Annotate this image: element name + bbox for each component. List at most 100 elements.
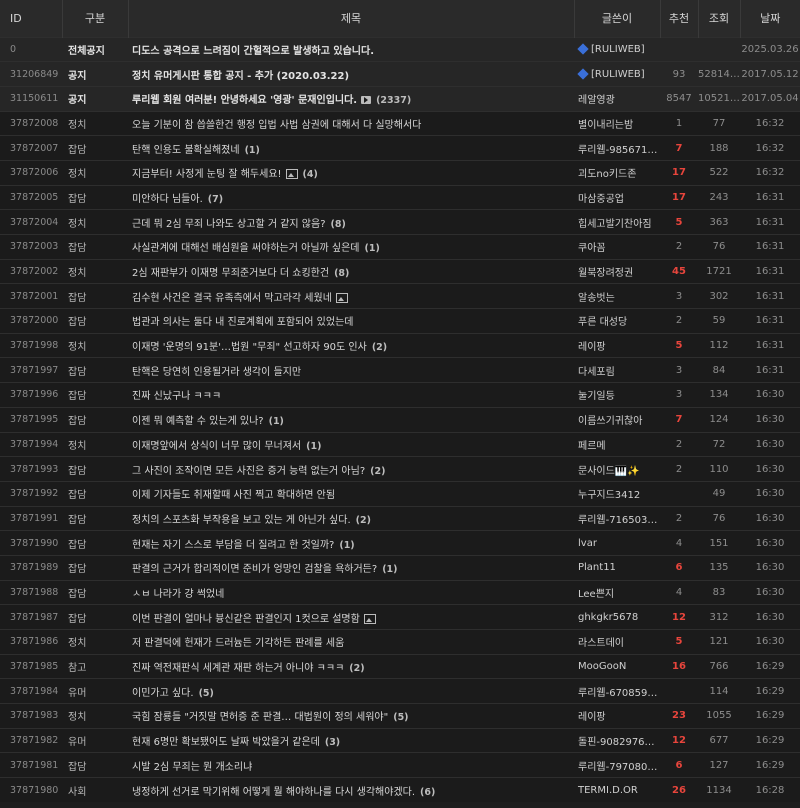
post-title[interactable]: 루리웹 회원 여러분! 안녕하세요 '영광' 문재인입니다. bbox=[132, 95, 357, 106]
post-writer[interactable]: [RULIWEB] bbox=[591, 44, 645, 55]
notice-row[interactable]: 31150611 공지 루리웹 회원 여러분! 안녕하세요 '영광' 문재인입니다.… bbox=[0, 86, 800, 112]
post-writer[interactable]: 루리웹-985671… bbox=[578, 145, 657, 156]
post-title[interactable]: 그 사진이 조작이면 모든 사진은 증거 능력 없는거 아님? bbox=[132, 466, 365, 477]
comment-count[interactable]: (2) bbox=[349, 663, 364, 674]
post-title[interactable]: 근데 뭐 2심 무죄 나와도 상고할 거 같지 않음? bbox=[132, 219, 326, 230]
comment-count[interactable]: (1) bbox=[339, 540, 354, 551]
post-writer-cell[interactable]: 별이내리는밤 bbox=[574, 111, 660, 136]
comment-count[interactable]: (2) bbox=[370, 466, 385, 477]
comment-count[interactable]: (5) bbox=[199, 688, 214, 699]
post-title-cell[interactable]: 탄핵은 당연히 인용될거라 생각이 들지만 bbox=[128, 358, 574, 383]
notice-row[interactable]: 31206849 공지 정치 유머게시판 통합 공지 - 추가 (2020.03.2… bbox=[0, 61, 800, 87]
post-writer-cell[interactable]: 루리웹-797080… bbox=[574, 753, 660, 778]
table-row[interactable]: 37871992 잡담 이제 기자들도 취재할때 사진 찍고 확대하면 안됨 누구지드… bbox=[0, 481, 800, 507]
post-writer[interactable]: 눌기일등 bbox=[578, 391, 615, 402]
post-writer[interactable]: 레이팡 bbox=[578, 342, 606, 353]
comment-count[interactable]: (5) bbox=[393, 712, 408, 723]
post-writer[interactable]: 문사이드🎹✨ bbox=[578, 466, 640, 477]
post-title-cell[interactable]: 이재명앞에서 상식이 너무 많이 무너져서 (1) bbox=[128, 432, 574, 457]
post-writer[interactable]: 루리웹-797080… bbox=[578, 762, 657, 773]
post-title[interactable]: 냉정하게 선거로 막기위해 어떻게 뭘 해야하나를 다시 생각해야겠다. bbox=[132, 787, 415, 798]
table-row[interactable]: 37871983 정치 국힘 잠룡들 "거짓말 면허증 준 판결… 대법원이 정의 … bbox=[0, 703, 800, 729]
post-writer[interactable]: 레알영광 bbox=[578, 95, 615, 106]
table-row[interactable]: 37871998 정치 이재명 '운명의 91분'…법원 "무죄" 선고하자 90도… bbox=[0, 333, 800, 358]
post-title-cell[interactable]: 이젠 뭐 예측할 수 있는게 있나? (1) bbox=[128, 407, 574, 432]
comment-count[interactable]: (1) bbox=[382, 564, 397, 575]
post-title[interactable]: 미안하다 님들아. bbox=[132, 194, 203, 205]
post-writer-cell[interactable]: 푸른 대성당 bbox=[574, 309, 660, 334]
post-writer-cell[interactable]: Plant11 bbox=[574, 555, 660, 580]
post-writer-cell[interactable]: 레이팡 bbox=[574, 704, 660, 729]
table-row[interactable]: 37872003 잡담 사실관계에 대해선 배심원을 써야하는거 아닐까 싶은데 (1… bbox=[0, 234, 800, 260]
post-title[interactable]: 진짜 신났구나 ㅋㅋㅋ bbox=[132, 391, 221, 402]
table-row[interactable]: 37871985 참고 진짜 역전재판식 세계관 재판 하는거 아니야 ㅋㅋㅋ (2)… bbox=[0, 654, 800, 679]
post-title[interactable]: 2심 재판부가 이재명 무죄준거보다 더 쇼킹한건 bbox=[132, 268, 329, 279]
comment-count[interactable]: (1) bbox=[269, 416, 284, 427]
post-title-cell[interactable]: 시발 2심 무죄는 뭔 개소리냐 bbox=[128, 753, 574, 778]
post-writer[interactable]: 쿠아꼼 bbox=[578, 243, 606, 254]
post-title-cell[interactable]: 사실관계에 대해선 배심원을 써야하는거 아닐까 싶은데 (1) bbox=[128, 235, 574, 260]
header-views[interactable]: 조회 bbox=[697, 0, 740, 37]
post-title-cell[interactable]: 진짜 역전재판식 세계관 재판 하는거 아니야 ㅋㅋㅋ (2) bbox=[128, 654, 574, 679]
post-writer[interactable]: 별이내리는밤 bbox=[578, 120, 633, 131]
post-title[interactable]: 정치의 스포츠화 부작용을 보고 있는 게 아닌가 싶다. bbox=[132, 515, 351, 526]
post-writer[interactable]: Lee쁜지 bbox=[578, 589, 614, 600]
post-writer-cell[interactable]: ghkgkr5678 bbox=[574, 605, 660, 630]
comment-count[interactable]: (4) bbox=[303, 169, 318, 180]
post-title-cell[interactable]: 김수현 사건은 결국 유족측에서 막고라각 세웠네 bbox=[128, 284, 574, 309]
post-title[interactable]: 진짜 역전재판식 세계관 재판 하는거 아니야 ㅋㅋㅋ bbox=[132, 663, 344, 674]
post-title-cell[interactable]: 오늘 기분이 참 씁쓸한건 행정 입법 사법 삼권에 대해서 다 실망해서다 bbox=[128, 111, 574, 136]
header-id[interactable]: ID bbox=[0, 0, 62, 37]
comment-count[interactable]: (1) bbox=[245, 145, 260, 156]
post-writer-cell[interactable]: 쿠아꼼 bbox=[574, 235, 660, 260]
post-title[interactable]: 이민가고 싶다. bbox=[132, 688, 194, 699]
post-writer[interactable]: 돌핀-9082976153 bbox=[578, 737, 660, 748]
post-title-cell[interactable]: 루리웹 회원 여러분! 안녕하세요 '영광' 문재인입니다. (2337) bbox=[128, 86, 574, 111]
post-writer[interactable]: ghkgkr5678 bbox=[578, 612, 638, 623]
post-title-cell[interactable]: 현재 6명만 확보됐어도 날짜 박았을거 같은데 (3) bbox=[128, 728, 574, 753]
post-title[interactable]: 이재명앞에서 상식이 너무 많이 무너져서 bbox=[132, 441, 301, 452]
post-title-cell[interactable]: 이재명 '운명의 91분'…법원 "무죄" 선고하자 90도 인사 (2) bbox=[128, 333, 574, 358]
post-title-cell[interactable]: 미안하다 님들아. (7) bbox=[128, 185, 574, 210]
post-title[interactable]: ㅅㅂ 나라가 걍 썩었네 bbox=[132, 589, 224, 600]
post-title-cell[interactable]: 그 사진이 조작이면 모든 사진은 증거 능력 없는거 아님? (2) bbox=[128, 457, 574, 482]
post-title[interactable]: 판결의 근거가 합리적이면 준비가 엉망인 검찰을 욕하거든? bbox=[132, 564, 377, 575]
post-title[interactable]: 법관과 의사는 둘다 내 진로계획에 포함되어 있었는데 bbox=[132, 317, 353, 328]
table-row[interactable]: 37871980 사회 냉정하게 선거로 막기위해 어떻게 뭘 해야하나를 다시 생… bbox=[0, 777, 800, 803]
table-row[interactable]: 37871989 잡담 판결의 근거가 합리적이면 준비가 엉망인 검찰을 욕하거든… bbox=[0, 555, 800, 581]
comment-count[interactable]: (2) bbox=[356, 515, 371, 526]
post-title-cell[interactable]: 근데 뭐 2심 무죄 나와도 상고할 거 같지 않음? (8) bbox=[128, 210, 574, 235]
post-writer[interactable]: 월북장려정권 bbox=[578, 268, 633, 279]
post-writer-cell[interactable]: 마삼중공업 bbox=[574, 185, 660, 210]
post-writer-cell[interactable]: lvar bbox=[574, 531, 660, 556]
post-writer-cell[interactable]: 루리웹-670859… bbox=[574, 679, 660, 704]
post-writer[interactable]: 다세포림 bbox=[578, 367, 615, 378]
post-writer-cell[interactable]: 라스트데이 bbox=[574, 630, 660, 655]
table-row[interactable]: 37872000 잡담 법관과 의사는 둘다 내 진로계획에 포함되어 있었는데 푸른… bbox=[0, 308, 800, 334]
comment-count[interactable]: (8) bbox=[334, 268, 349, 279]
post-writer-cell[interactable]: 이름쓰기귀찮아 bbox=[574, 407, 660, 432]
post-writer-cell[interactable]: TERMI.D.OR bbox=[574, 778, 660, 803]
post-writer-cell[interactable]: 다세포림 bbox=[574, 358, 660, 383]
post-title[interactable]: 이젠 뭐 예측할 수 있는게 있나? bbox=[132, 416, 264, 427]
table-row[interactable]: 37871991 잡담 정치의 스포츠화 부작용을 보고 있는 게 아닌가 싶다. (… bbox=[0, 506, 800, 531]
table-row[interactable]: 37872006 정치 지금부터! 사정게 눈팅 잘 해두세요! (4) 괴도no키드존… bbox=[0, 160, 800, 186]
table-row[interactable]: 37871982 유머 현재 6명만 확보됐어도 날짜 박았을거 같은데 (3) 돌핀-… bbox=[0, 728, 800, 753]
post-writer[interactable]: TERMI.D.OR bbox=[578, 785, 638, 796]
notice-row[interactable]: 0 전체공지 디도스 공격으로 느려짐이 간헐적으로 발생하고 있습니다. [RULI… bbox=[0, 37, 800, 62]
post-writer[interactable]: 괴도no키드존 bbox=[578, 169, 636, 180]
post-title-cell[interactable]: 국힘 잠룡들 "거짓말 면허증 준 판결… 대법원이 정의 세워야" (5) bbox=[128, 704, 574, 729]
post-title-cell[interactable]: 정치의 스포츠화 부작용을 보고 있는 게 아닌가 싶다. (2) bbox=[128, 506, 574, 531]
post-writer[interactable]: MooGooN bbox=[578, 661, 626, 672]
post-writer[interactable]: 라스트데이 bbox=[578, 638, 624, 649]
post-writer[interactable]: 마삼중공업 bbox=[578, 194, 624, 205]
header-date[interactable]: 날짜 bbox=[739, 0, 800, 37]
post-title-cell[interactable]: 정치 유머게시판 통합 공지 - 추가 (2020.03.22) bbox=[128, 62, 574, 87]
post-title-cell[interactable]: 현재는 자기 스스로 부담을 더 질려고 한 것일까? (1) bbox=[128, 531, 574, 556]
post-writer[interactable]: 루리웹-716503… bbox=[578, 515, 657, 526]
post-writer-cell[interactable]: Lee쁜지 bbox=[574, 580, 660, 605]
post-title[interactable]: 탄핵은 당연히 인용될거라 생각이 들지만 bbox=[132, 367, 301, 378]
table-row[interactable]: 37872005 잡담 미안하다 님들아. (7) 마삼중공업 17 243 16:31 bbox=[0, 185, 800, 210]
post-title[interactable]: 이번 판결이 얼마나 븅신같은 판결인지 1컷으로 설명함 bbox=[132, 614, 360, 625]
comment-count[interactable]: (1) bbox=[365, 243, 380, 254]
